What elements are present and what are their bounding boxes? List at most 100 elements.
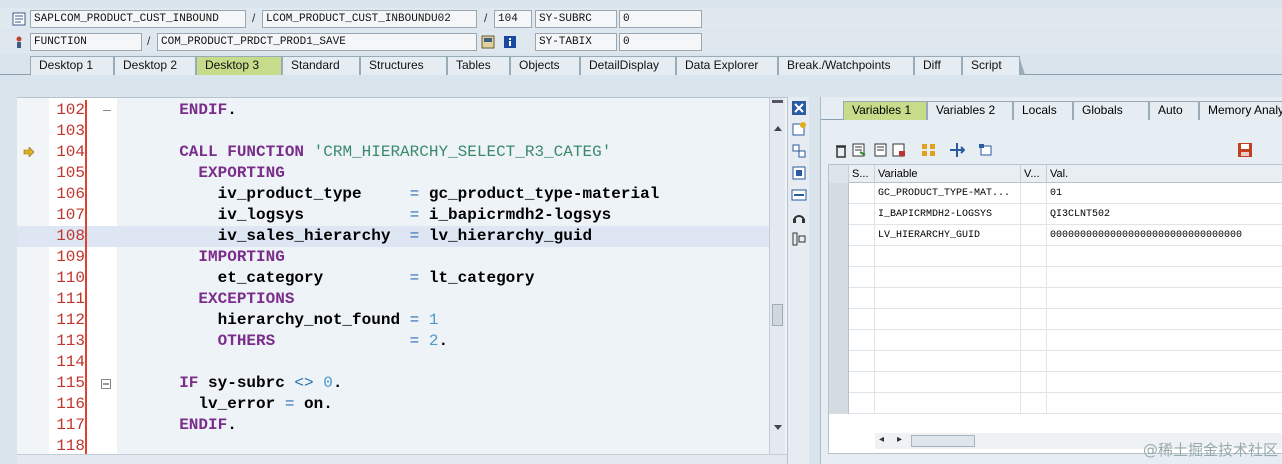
- tab-detaildisplay[interactable]: DetailDisplay: [580, 56, 681, 75]
- variable-value-cell[interactable]: 00000000000000000000000000000000: [1047, 225, 1282, 246]
- sysvar-name-field[interactable]: SY-SUBRC: [535, 10, 617, 28]
- variable-name-cell[interactable]: [875, 393, 1021, 414]
- tab-structures[interactable]: Structures: [360, 56, 452, 75]
- include-field[interactable]: LCOM_PRODUCT_CUST_INBOUNDU02: [262, 10, 477, 28]
- sysvar-value-field-2[interactable]: 0: [619, 33, 702, 51]
- maximize-icon[interactable]: [791, 165, 807, 181]
- new-tool-icon[interactable]: [791, 121, 807, 137]
- tab-desktop-1[interactable]: Desktop 1: [30, 56, 119, 75]
- save-icon[interactable]: [1237, 142, 1253, 158]
- scroll-up-icon[interactable]: [773, 124, 783, 132]
- code-line[interactable]: 111 EXCEPTIONS: [17, 289, 785, 310]
- delete-icon[interactable]: [833, 142, 849, 158]
- variable-value-cell[interactable]: [1047, 372, 1282, 393]
- tab-memory-analysis[interactable]: Memory Analy: [1199, 101, 1282, 120]
- tree-icon[interactable]: [921, 142, 937, 158]
- col-value[interactable]: Val.: [1047, 165, 1282, 183]
- variable-row[interactable]: GC_PRODUCT_TYPE-MAT... 01: [829, 183, 1282, 204]
- variable-row[interactable]: [829, 267, 1282, 288]
- tab-diff[interactable]: Diff: [914, 56, 967, 75]
- variable-name-cell[interactable]: GC_PRODUCT_TYPE-MAT...: [875, 183, 1021, 204]
- code-line[interactable]: 117 ENDIF.: [17, 415, 785, 436]
- close-icon[interactable]: [791, 100, 807, 116]
- line-field[interactable]: 104: [494, 10, 532, 28]
- save-list-icon[interactable]: [891, 142, 907, 158]
- scroll-right-icon[interactable]: ▸: [897, 434, 902, 445]
- variable-value-cell[interactable]: [1047, 246, 1282, 267]
- row-selector[interactable]: [829, 246, 849, 267]
- tab-standard[interactable]: Standard: [282, 56, 365, 75]
- tab-auto[interactable]: Auto: [1149, 101, 1199, 120]
- variable-value-cell[interactable]: [1047, 288, 1282, 309]
- tab-globals[interactable]: Globals: [1073, 101, 1149, 120]
- swap-icon[interactable]: [791, 187, 807, 203]
- code-line[interactable]: 115 IF sy-subrc <> 0.: [17, 373, 785, 394]
- function-name-field[interactable]: COM_PRODUCT_PRDCT_PROD1_SAVE: [157, 33, 477, 51]
- navigate-icon[interactable]: [949, 142, 965, 158]
- row-selector[interactable]: [829, 309, 849, 330]
- tab-tables[interactable]: Tables: [447, 56, 515, 75]
- variable-value-cell[interactable]: QI3CLNT502: [1047, 204, 1282, 225]
- tab-variables-1[interactable]: Variables 1: [843, 101, 927, 120]
- code-line[interactable]: 110 et_category = lt_category: [17, 268, 785, 289]
- variable-row[interactable]: [829, 246, 1282, 267]
- variable-name-cell[interactable]: [875, 288, 1021, 309]
- row-selector[interactable]: [829, 372, 849, 393]
- sysvar-name-field-2[interactable]: SY-TABIX: [535, 33, 617, 51]
- tab-data-explorer[interactable]: Data Explorer: [676, 56, 783, 75]
- variable-name-cell[interactable]: [875, 246, 1021, 267]
- sysvar-value-field[interactable]: 0: [619, 10, 702, 28]
- code-horizontal-scrollbar[interactable]: [17, 454, 787, 464]
- tab-desktop-2[interactable]: Desktop 2: [114, 56, 201, 75]
- detail-icon[interactable]: [977, 142, 993, 158]
- row-selector[interactable]: [829, 351, 849, 372]
- code-line[interactable]: 112 hierarchy_not_found = 1: [17, 310, 785, 331]
- row-selector[interactable]: [829, 288, 849, 309]
- col-value-short[interactable]: V...: [1021, 165, 1047, 183]
- import-icon[interactable]: [851, 142, 867, 158]
- variable-name-cell[interactable]: [875, 351, 1021, 372]
- variable-value-cell[interactable]: [1047, 393, 1282, 414]
- variable-row[interactable]: [829, 351, 1282, 372]
- variable-value-cell[interactable]: [1047, 351, 1282, 372]
- variable-name-cell[interactable]: I_BAPICRMDH2-LOGSYS: [875, 204, 1021, 225]
- code-line[interactable]: 109 IMPORTING: [17, 247, 785, 268]
- col-status[interactable]: S...: [849, 165, 875, 183]
- source-code-panel[interactable]: 102 ENDIF. 103 104 CALL FUNCTION 'CRM_HIER…: [17, 97, 787, 464]
- edit-icon[interactable]: [481, 35, 495, 49]
- code-line[interactable]: 114: [17, 352, 785, 373]
- variable-name-cell[interactable]: [875, 267, 1021, 288]
- scroll-thumb[interactable]: [772, 304, 783, 326]
- export-icon[interactable]: [873, 142, 889, 158]
- tab-breakpoints[interactable]: Break./Watchpoints: [778, 56, 919, 75]
- row-selector[interactable]: [829, 183, 849, 204]
- variable-row[interactable]: I_BAPICRMDH2-LOGSYS QI3CLNT502: [829, 204, 1282, 225]
- variable-value-cell[interactable]: [1047, 267, 1282, 288]
- variable-name-cell[interactable]: [875, 330, 1021, 351]
- tab-script[interactable]: Script: [962, 56, 1025, 75]
- variable-row[interactable]: [829, 330, 1282, 351]
- row-selector[interactable]: [829, 393, 849, 414]
- type-field[interactable]: FUNCTION: [30, 33, 142, 51]
- tab-objects[interactable]: Objects: [510, 56, 585, 75]
- variable-value-cell[interactable]: [1047, 330, 1282, 351]
- code-line[interactable]: 106 iv_product_type = gc_product_type-ma…: [17, 184, 785, 205]
- code-line[interactable]: 103: [17, 121, 785, 142]
- code-line[interactable]: 113 OTHERS = 2.: [17, 331, 785, 352]
- variable-row[interactable]: [829, 309, 1282, 330]
- variable-name-cell[interactable]: [875, 372, 1021, 393]
- code-line[interactable]: 104 CALL FUNCTION 'CRM_HIERARCHY_SELECT_…: [17, 142, 785, 163]
- grid-scroll-thumb[interactable]: [911, 435, 975, 447]
- code-vertical-scrollbar[interactable]: [769, 98, 785, 464]
- variable-row[interactable]: LV_HIERARCHY_GUID 00000000000000000000000…: [829, 225, 1282, 246]
- row-selector[interactable]: [829, 225, 849, 246]
- code-line[interactable]: 105 EXPORTING: [17, 163, 785, 184]
- row-selector[interactable]: [829, 330, 849, 351]
- program-field[interactable]: SAPLCOM_PRODUCT_CUST_INBOUND: [30, 10, 246, 28]
- variable-row[interactable]: [829, 393, 1282, 414]
- code-line[interactable]: 108 iv_sales_hierarchy = lv_hierarchy_gu…: [17, 226, 785, 247]
- row-selector[interactable]: [829, 267, 849, 288]
- settings-icon[interactable]: [791, 231, 807, 247]
- col-variable[interactable]: Variable: [875, 165, 1021, 183]
- tab-variables-2[interactable]: Variables 2: [927, 101, 1013, 120]
